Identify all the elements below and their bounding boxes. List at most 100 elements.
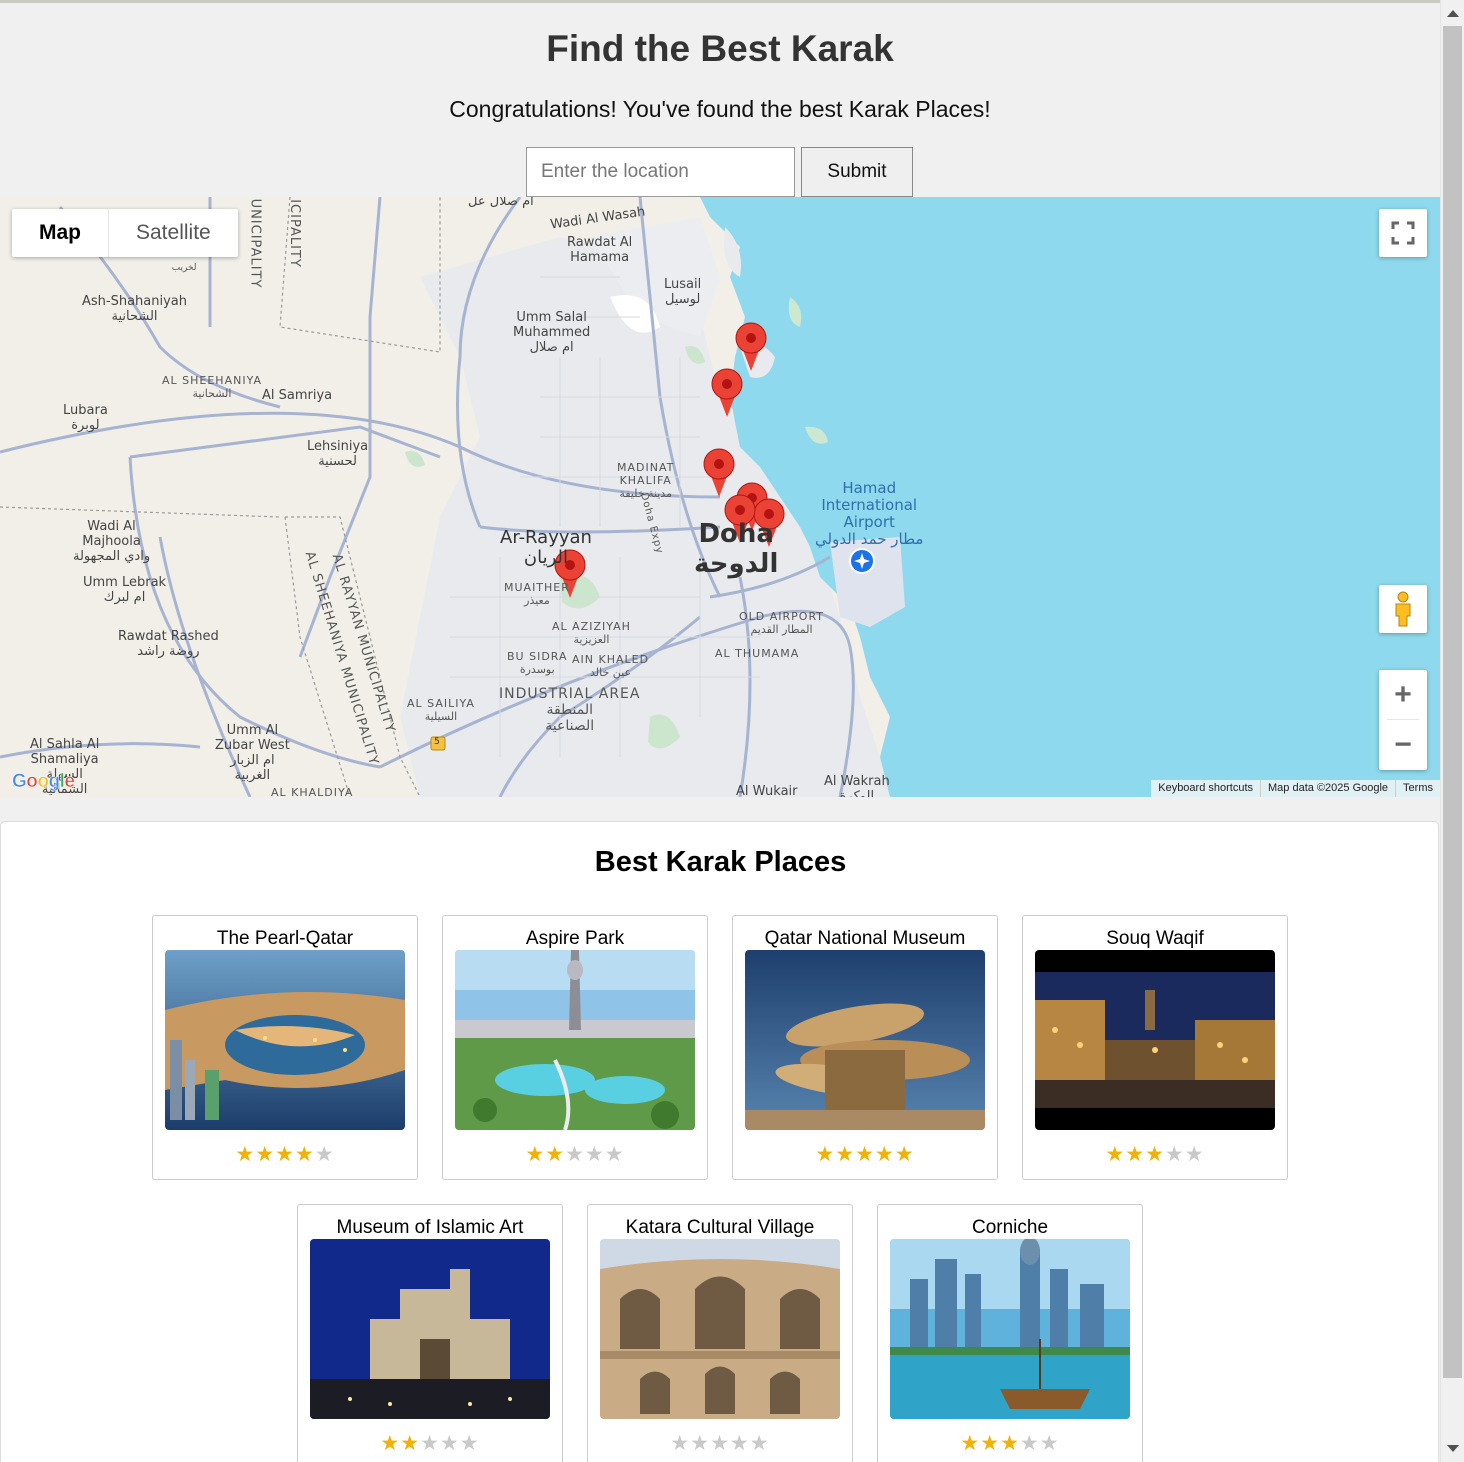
fullscreen-button[interactable] (1379, 209, 1427, 257)
zoom-out-button[interactable]: − (1379, 720, 1427, 770)
star-empty-icon: ★ (314, 1143, 335, 1166)
star-empty-icon: ★ (1184, 1143, 1205, 1166)
place-card[interactable]: The Pearl-Qatar ★★★★★ (152, 915, 418, 1180)
map-label: Al Samriya (262, 388, 333, 403)
star-empty-icon: ★ (1019, 1432, 1040, 1455)
submit-button[interactable]: Submit (801, 147, 913, 197)
place-name: Souq Waqif (1106, 928, 1204, 949)
map-canvas (0, 197, 1440, 797)
map-data-text: Map data ©2025 Google (1260, 780, 1395, 797)
place-name: Qatar National Museum (764, 928, 966, 949)
scroll-thumb[interactable] (1443, 26, 1462, 1378)
map-label: AIN KHALED عين خالد (572, 653, 650, 679)
star-empty-icon: ★ (439, 1432, 460, 1455)
map-label: Umm Lebrak ام لبرك (83, 575, 167, 605)
place-photo (165, 950, 405, 1130)
place-name: Museum of Islamic Art (336, 1217, 524, 1238)
map-view[interactable]: ام صلال عل Wadi Al Wasah Rawdat Al Hamam… (0, 197, 1440, 797)
map-label: AL THUMAMA (715, 647, 800, 660)
map-label: Lusail لوسيل (664, 277, 702, 307)
place-name: Aspire Park (525, 928, 625, 949)
map-label: Hamad International Airport مطار حمد الد… (815, 479, 924, 548)
map-label: AL SAILIYA السيلية (407, 697, 475, 723)
map-label: Al Wakrah الوكرة (824, 774, 890, 797)
vertical-scrollbar[interactable] (1440, 0, 1464, 1462)
star-filled-icon: ★ (400, 1432, 421, 1455)
map-label: Wadi Al Majhoola وادي المجهولة (73, 519, 151, 564)
map-label: MUAITHER معيذر (504, 581, 570, 607)
star-empty-icon: ★ (459, 1432, 480, 1455)
star-empty-icon: ★ (749, 1432, 770, 1455)
rating-stars: ★★★★★ (878, 1431, 1142, 1456)
map-label: Umm Salal Muhammed ام صلال (513, 310, 591, 355)
map-label: Ar-Rayyan الريان (500, 527, 592, 568)
star-filled-icon: ★ (815, 1143, 836, 1166)
places-section: Best Karak Places The Pearl-Qatar ★★★★★ (0, 821, 1439, 1462)
place-card[interactable]: Aspire Park ★★★★★ (442, 915, 708, 1180)
map-label: UNICIPALITY (247, 198, 263, 289)
pegman-icon (1395, 591, 1411, 627)
map-label: Rawdat Al Hamama (567, 235, 633, 265)
zoom-control: + − (1379, 670, 1427, 770)
place-name: The Pearl-Qatar (216, 928, 354, 949)
star-empty-icon: ★ (584, 1143, 605, 1166)
star-empty-icon: ★ (1039, 1432, 1060, 1455)
location-input[interactable] (526, 147, 795, 197)
map-label: ام صلال عل (468, 197, 534, 209)
map-label: ICIPALITY (286, 199, 302, 268)
star-filled-icon: ★ (1125, 1143, 1146, 1166)
star-filled-icon: ★ (235, 1143, 256, 1166)
terms-link[interactable]: Terms (1395, 780, 1440, 797)
map-type-control: Map Satellite (12, 209, 238, 257)
place-card[interactable]: Souq Waqif ★★★★★ (1022, 915, 1288, 1180)
map-label: AL SHEEHANIYA الشحانية (162, 374, 262, 400)
google-logo: Google (12, 771, 76, 793)
star-empty-icon: ★ (690, 1432, 711, 1455)
place-card[interactable]: Qatar National Museum ★★★★★ (732, 915, 998, 1180)
place-photo (745, 950, 985, 1130)
rating-stars: ★★★★★ (298, 1431, 562, 1456)
star-filled-icon: ★ (545, 1143, 566, 1166)
star-filled-icon: ★ (835, 1143, 856, 1166)
map-label: INDUSTRIAL AREA المنطقة الصناعية (499, 686, 641, 734)
map-label: AL AZIZIYAH العزيزية (552, 620, 631, 646)
scroll-down-arrow-icon[interactable] (1447, 1445, 1459, 1452)
star-filled-icon: ★ (960, 1432, 981, 1455)
star-filled-icon: ★ (1000, 1432, 1020, 1455)
page-subtitle: Congratulations! You've found the best K… (449, 96, 991, 122)
place-card[interactable]: Katara Cultural Village ★★★★★ (587, 1204, 853, 1462)
place-name: Corniche (971, 1217, 1049, 1238)
star-filled-icon: ★ (525, 1143, 546, 1166)
map-label: Al Wukair (736, 784, 798, 797)
star-filled-icon: ★ (255, 1143, 276, 1166)
star-filled-icon: ★ (855, 1143, 875, 1166)
map-label: Rawdat Rashed روضة راشد (118, 629, 219, 659)
rating-stars: ★★★★★ (588, 1431, 852, 1456)
star-empty-icon: ★ (604, 1143, 625, 1166)
place-photo (310, 1239, 550, 1419)
rating-stars: ★★★★★ (153, 1142, 417, 1167)
star-filled-icon: ★ (894, 1143, 915, 1166)
street-view-button[interactable] (1379, 585, 1427, 633)
place-photo (1035, 950, 1275, 1130)
star-filled-icon: ★ (275, 1143, 295, 1166)
rating-stars: ★★★★★ (1023, 1142, 1287, 1167)
map-type-map-button[interactable]: Map (12, 209, 108, 257)
map-label: Lubara لوبرة (63, 403, 108, 433)
keyboard-shortcuts-link[interactable]: Keyboard shortcuts (1151, 780, 1260, 797)
place-card[interactable]: Corniche ★★★★★ (877, 1204, 1143, 1462)
star-filled-icon: ★ (874, 1143, 895, 1166)
rating-stars: ★★★★★ (443, 1142, 707, 1167)
place-photo (455, 950, 695, 1130)
star-filled-icon: ★ (980, 1432, 1001, 1455)
star-filled-icon: ★ (1145, 1143, 1165, 1166)
place-photo (890, 1239, 1130, 1419)
page: Find the Best Karak Congratulations! You… (0, 0, 1440, 1462)
place-card[interactable]: Museum of Islamic Art ★★★★★ (297, 1204, 563, 1462)
star-empty-icon: ★ (565, 1143, 585, 1166)
star-empty-icon: ★ (710, 1432, 730, 1455)
map-label: AL KHALDIYA (271, 786, 354, 797)
map-type-satellite-button[interactable]: Satellite (108, 209, 238, 257)
scroll-up-arrow-icon[interactable] (1447, 10, 1459, 17)
zoom-in-button[interactable]: + (1379, 670, 1427, 720)
